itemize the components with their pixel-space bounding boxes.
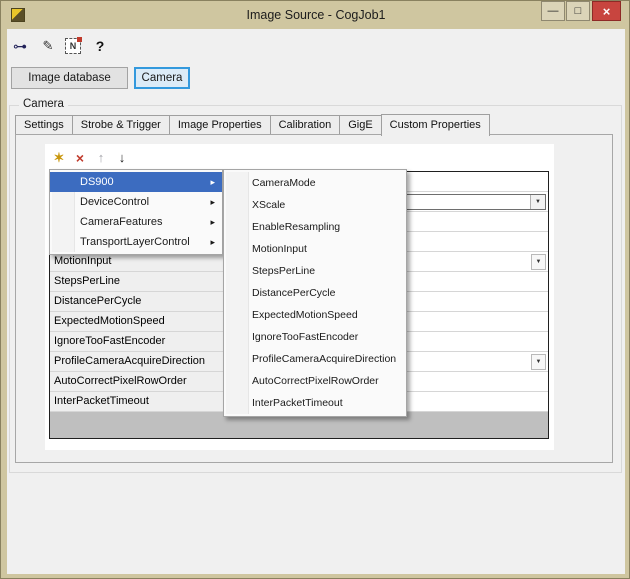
menu-item-label: TransportLayerControl [80, 236, 190, 248]
combo-dropdown-button[interactable]: ▼ [530, 195, 545, 209]
ds900-submenu: CameraMode XScale EnableResampling Motio… [223, 169, 407, 417]
menu-item-label: CameraFeatures [80, 216, 163, 228]
submenu-item-profilecameraacquiredirection[interactable]: ProfileCameraAcquireDirection [224, 348, 406, 370]
tab-bar: Settings Strobe & Trigger Image Properti… [15, 114, 489, 134]
tab-image-properties[interactable]: Image Properties [169, 115, 271, 134]
minimize-icon: — [548, 5, 559, 17]
image-database-button[interactable]: Image database [11, 67, 128, 89]
menu-item-camerafeatures[interactable]: CameraFeatures ▸ [50, 212, 222, 232]
window-title: Image Source - CogJob1 [1, 1, 630, 29]
menu-item-label: DeviceControl [80, 196, 149, 208]
grid-row-name[interactable]: AutoCorrectPixelRowOrder [50, 372, 224, 391]
camera-groupbox-label: Camera [19, 98, 68, 110]
submenu-arrow-icon: ▸ [210, 192, 215, 212]
close-button[interactable]: × [592, 1, 621, 21]
tab-calibration[interactable]: Calibration [270, 115, 341, 134]
camera-button[interactable]: Camera [134, 67, 190, 89]
camera-connect-icon[interactable]: ⊶ [11, 37, 29, 55]
dropdown-arrow-icon: ▼ [536, 359, 542, 365]
submenu-arrow-icon: ▸ [210, 212, 215, 232]
tab-strobe-trigger[interactable]: Strobe & Trigger [72, 115, 170, 134]
live-display-icon[interactable]: ✎ [39, 37, 57, 55]
submenu-item-xscale[interactable]: XScale [224, 194, 406, 216]
grid-row-name[interactable]: ProfileCameraAcquireDirection [50, 352, 224, 371]
submenu-item-enableresampling[interactable]: EnableResampling [224, 216, 406, 238]
menu-item-ds900[interactable]: DS900 ▸ [50, 172, 222, 192]
submenu-arrow-icon: ▸ [210, 172, 215, 192]
submenu-arrow-icon: ▸ [210, 232, 215, 252]
submenu-item-autocorrectpixelroworder[interactable]: AutoCorrectPixelRowOrder [224, 370, 406, 392]
grid-row-name[interactable]: InterPacketTimeout [50, 392, 224, 411]
tab-gige[interactable]: GigE [339, 115, 381, 134]
help-icon[interactable]: ? [91, 37, 109, 55]
titlebar[interactable]: Image Source - CogJob1 — □ × [1, 1, 630, 29]
move-down-icon[interactable]: ↓ [114, 150, 130, 166]
submenu-item-distancepercycle[interactable]: DistancePerCycle [224, 282, 406, 304]
image-source-window: ⊶ ✎ N ? Image database Camera Camera Set… [0, 0, 630, 579]
combo-dropdown-button[interactable]: ▼ [531, 354, 546, 370]
delete-property-icon[interactable]: × [72, 150, 88, 166]
maximize-button[interactable]: □ [566, 1, 590, 21]
submenu-item-cameramode[interactable]: CameraMode [224, 172, 406, 194]
close-icon: × [603, 4, 611, 19]
context-menu: DS900 ▸ DeviceControl ▸ CameraFeatures ▸… [49, 169, 223, 255]
submenu-item-stepsperline[interactable]: StepsPerLine [224, 260, 406, 282]
dropdown-arrow-icon: ▼ [536, 259, 542, 265]
dropdown-arrow-icon: ▼ [535, 199, 541, 205]
tab-settings[interactable]: Settings [15, 115, 73, 134]
grid-row-name[interactable]: StepsPerLine [50, 272, 224, 291]
menu-item-transportlayercontrol[interactable]: TransportLayerControl ▸ [50, 232, 222, 252]
grid-row-name[interactable]: ExpectedMotionSpeed [50, 312, 224, 331]
tab-custom-properties[interactable]: Custom Properties [381, 114, 490, 136]
submenu-item-ignoretoofastencoder[interactable]: IgnoreTooFastEncoder [224, 326, 406, 348]
add-property-icon[interactable]: ✶ [51, 150, 67, 166]
maximize-icon: □ [575, 5, 582, 17]
image-playback-icon[interactable]: N [65, 38, 81, 54]
move-up-icon[interactable]: ↑ [93, 150, 109, 166]
grid-row-name[interactable]: DistancePerCycle [50, 292, 224, 311]
menu-item-devicecontrol[interactable]: DeviceControl ▸ [50, 192, 222, 212]
combo-dropdown-button[interactable]: ▼ [531, 254, 546, 270]
grid-row-name[interactable]: IgnoreTooFastEncoder [50, 332, 224, 351]
submenu-item-expectedmotionspeed[interactable]: ExpectedMotionSpeed [224, 304, 406, 326]
menu-item-label: DS900 [80, 176, 114, 188]
minimize-button[interactable]: — [541, 1, 565, 21]
submenu-item-interpackettimeout[interactable]: InterPacketTimeout [224, 392, 406, 414]
submenu-item-motioninput[interactable]: MotionInput [224, 238, 406, 260]
